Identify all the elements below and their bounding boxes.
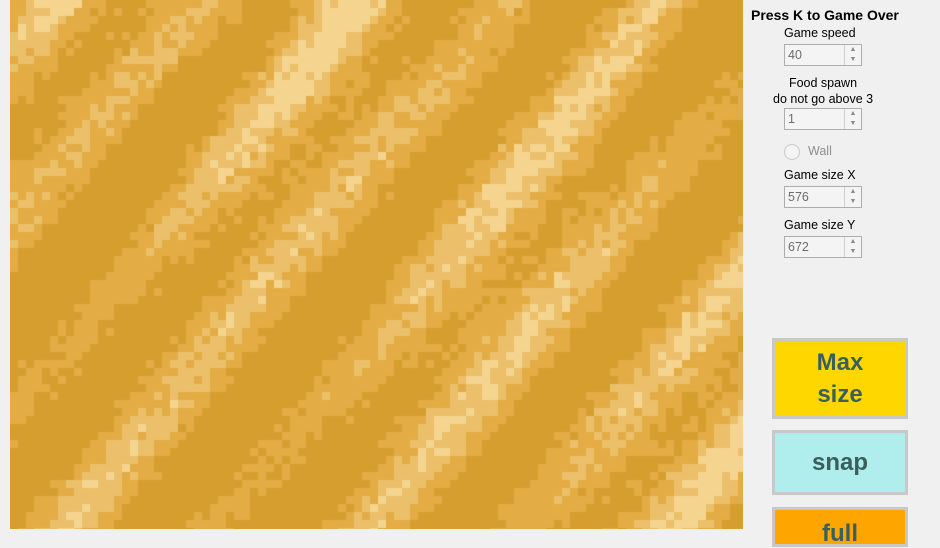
game-size-x-arrows[interactable]: ▲ ▼ <box>844 187 861 207</box>
spin-up-icon[interactable]: ▲ <box>845 109 861 119</box>
game-size-x-label: Game size X <box>784 168 856 182</box>
full-label: full <box>822 520 858 547</box>
food-spawn-label: Food spawn <box>788 76 858 90</box>
sand-texture-canvas <box>10 0 743 529</box>
spin-down-icon[interactable]: ▼ <box>845 197 861 207</box>
game-size-y-stepper[interactable]: ▲ ▼ <box>784 236 862 258</box>
game-size-y-arrows[interactable]: ▲ ▼ <box>844 237 861 257</box>
snap-label: snap <box>811 448 868 476</box>
max-size-label-line1: Max <box>816 348 864 376</box>
game-speed-input[interactable] <box>785 45 845 65</box>
max-size-button[interactable]: Max size <box>772 338 908 419</box>
max-size-label-line2: size <box>817 380 863 408</box>
game-speed-arrows[interactable]: ▲ ▼ <box>844 45 861 65</box>
full-button[interactable]: full <box>772 507 908 547</box>
game-size-y-input[interactable] <box>785 237 845 257</box>
spin-up-icon[interactable]: ▲ <box>845 237 861 247</box>
spin-down-icon[interactable]: ▼ <box>845 55 861 65</box>
game-speed-stepper[interactable]: ▲ ▼ <box>784 44 862 66</box>
spin-up-icon[interactable]: ▲ <box>845 187 861 197</box>
game-speed-label: Game speed <box>784 26 856 40</box>
food-spawn-hint: do not go above 3 <box>773 92 874 106</box>
food-spawn-stepper[interactable]: ▲ ▼ <box>784 108 862 130</box>
game-over-hint: Press K to Game Over <box>751 7 899 23</box>
wall-label: Wall <box>808 144 832 158</box>
game-board[interactable] <box>10 0 743 529</box>
game-size-x-input[interactable] <box>785 187 845 207</box>
spin-up-icon[interactable]: ▲ <box>845 45 861 55</box>
game-size-y-label: Game size Y <box>784 218 856 232</box>
game-size-x-stepper[interactable]: ▲ ▼ <box>784 186 862 208</box>
snap-button[interactable]: snap <box>772 430 908 495</box>
control-panel: Press K to Game Over Game speed ▲ ▼ Food… <box>743 0 940 547</box>
spin-down-icon[interactable]: ▼ <box>845 119 861 129</box>
food-spawn-arrows[interactable]: ▲ ▼ <box>844 109 861 129</box>
wall-radio[interactable] <box>784 144 800 160</box>
food-spawn-input[interactable] <box>785 109 845 129</box>
spin-down-icon[interactable]: ▼ <box>845 247 861 257</box>
